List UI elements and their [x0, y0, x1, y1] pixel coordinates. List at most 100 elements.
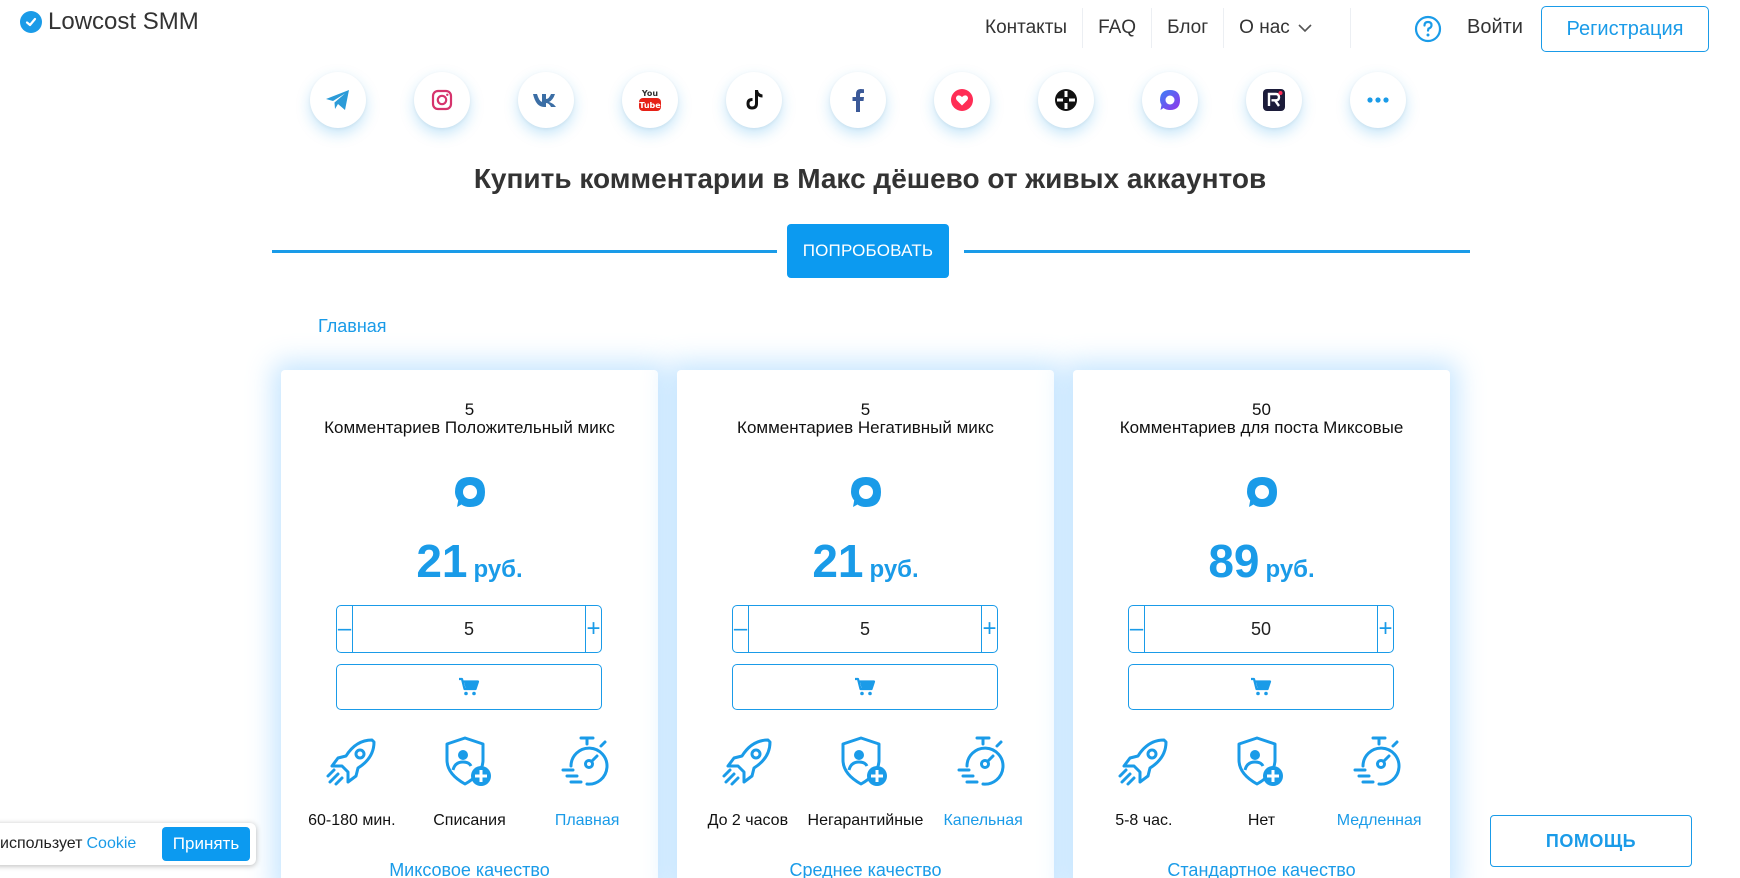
price: 21 руб.: [281, 534, 658, 588]
card-name: Комментариев Положительный микс: [324, 418, 615, 437]
price-currency: руб.: [1265, 556, 1315, 583]
help-button[interactable]: ПОМОЩЬ: [1490, 815, 1692, 867]
price-amount: 21: [416, 535, 468, 587]
price: 21 руб.: [677, 534, 1054, 588]
feature-label-link[interactable]: Плавная: [555, 812, 620, 830]
feature-label: Списания: [433, 812, 506, 829]
quality-link[interactable]: Среднее качество: [677, 860, 1054, 878]
rutube-icon[interactable]: [1038, 72, 1094, 128]
breadcrumb-home[interactable]: Главная: [318, 316, 387, 337]
quality-link[interactable]: Стандартное качество: [1073, 860, 1450, 878]
card-quantity: 5: [860, 400, 871, 419]
help-circle-icon[interactable]: [1414, 15, 1442, 43]
decrement-button[interactable]: –: [337, 606, 353, 652]
add-to-cart-button[interactable]: [336, 664, 602, 710]
register-button[interactable]: Регистрация: [1541, 6, 1709, 52]
price-amount: 89: [1208, 535, 1260, 587]
cookie-text: использует Cookie: [0, 835, 136, 853]
feature-label: Нет: [1247, 812, 1276, 829]
divider-line-left: [272, 250, 777, 253]
quality-label: Миксовое качество: [389, 860, 550, 878]
quantity-stepper: – +: [336, 605, 602, 653]
max-icon[interactable]: [1142, 72, 1198, 128]
page-title: Купить комментарии в Макс дёшево от живы…: [473, 163, 1267, 194]
nav-blog[interactable]: Блог: [1152, 8, 1225, 48]
decrement-button[interactable]: –: [1129, 606, 1145, 652]
increment-button[interactable]: +: [1377, 606, 1393, 652]
telegram-icon[interactable]: [310, 72, 366, 128]
feature-rate: Плавная: [532, 734, 642, 830]
quality-link[interactable]: Миксовое качество: [281, 860, 658, 878]
cart-icon: [1251, 677, 1272, 696]
quantity-input[interactable]: [749, 606, 981, 652]
feature-label: 60-180 мин.: [308, 812, 396, 829]
quality-label: Стандартное качество: [1167, 860, 1356, 878]
nav-faq[interactable]: FAQ: [1083, 8, 1153, 48]
login-link[interactable]: Войти: [1467, 16, 1523, 39]
logo[interactable]: Lowcost SMM: [20, 8, 199, 36]
social-nav: You Tube: [310, 72, 1406, 128]
check-badge-icon: [20, 11, 42, 33]
price-currency: руб.: [473, 556, 523, 583]
feature-label-link[interactable]: Медленная: [1337, 812, 1422, 830]
increment-button[interactable]: +: [981, 606, 997, 652]
features-row: До 2 часов Негарантийные Капельная: [677, 734, 1054, 830]
more-icon[interactable]: [1350, 72, 1406, 128]
feature-rate: Капельная: [928, 734, 1038, 830]
nav-about-label: О нас: [1239, 17, 1290, 38]
feature-label-link[interactable]: Капельная: [943, 812, 1022, 830]
quantity-stepper: – +: [732, 605, 998, 653]
instagram-icon[interactable]: [414, 72, 470, 128]
feature-guarantee: Списания: [414, 734, 524, 830]
youtube-icon[interactable]: You Tube: [622, 72, 678, 128]
vk-icon[interactable]: [518, 72, 574, 128]
feature-speed: До 2 часов: [693, 734, 803, 830]
shield-user-icon: [841, 736, 888, 786]
facebook-icon[interactable]: [830, 72, 886, 128]
quantity-input[interactable]: [1145, 606, 1377, 652]
product-card: 50 Комментариев для поста Миксовые 89 ру…: [1073, 370, 1450, 878]
feature-rate: Медленная: [1324, 734, 1434, 830]
cart-icon: [855, 677, 876, 696]
features-row: 5-8 час. Нет Медленная: [1073, 734, 1450, 830]
shield-user-icon: [445, 736, 492, 786]
nav-about[interactable]: О нас: [1224, 8, 1351, 48]
tiktok-icon[interactable]: [726, 72, 782, 128]
likee-icon[interactable]: [934, 72, 990, 128]
svg-text:You: You: [641, 89, 659, 98]
feature-speed: 5-8 час.: [1089, 734, 1199, 830]
cookie-link[interactable]: Cookie: [87, 835, 137, 852]
feature-speed: 60-180 мин.: [297, 734, 407, 830]
max-logo-icon: [851, 477, 881, 507]
cart-icon: [459, 677, 480, 696]
quality-label: Среднее качество: [789, 860, 942, 878]
max-logo-icon: [455, 477, 485, 507]
add-to-cart-button[interactable]: [1128, 664, 1394, 710]
card-quantity: 50: [1252, 400, 1271, 419]
price-currency: руб.: [869, 556, 919, 583]
nav-contacts[interactable]: Контакты: [970, 8, 1084, 48]
rutube-r-icon[interactable]: [1246, 72, 1302, 128]
quantity-stepper: – +: [1128, 605, 1394, 653]
price: 89 руб.: [1073, 534, 1450, 588]
quantity-input[interactable]: [353, 606, 585, 652]
chevron-down-icon: [1298, 24, 1312, 33]
cookie-accept-button[interactable]: Принять: [162, 827, 250, 861]
add-to-cart-button[interactable]: [732, 664, 998, 710]
rocket-icon: [722, 738, 772, 786]
logo-text: Lowcost SMM: [48, 8, 199, 35]
rocket-icon: [326, 738, 376, 786]
feature-guarantee: Негарантийные: [808, 734, 923, 830]
header: Lowcost SMM Контакты FAQ Блог О нас Войт…: [0, 0, 1740, 56]
feature-label: Негарантийные: [807, 812, 924, 829]
stopwatch-icon: [1353, 736, 1401, 786]
decrement-button[interactable]: –: [733, 606, 749, 652]
features-row: 60-180 мин. Списания Плавная: [281, 734, 658, 830]
card-quantity: 5: [464, 400, 475, 419]
stopwatch-icon: [561, 736, 609, 786]
price-amount: 21: [812, 535, 864, 587]
feature-guarantee: Нет: [1206, 734, 1316, 830]
product-card: 5 Комментариев Негативный микс 21 руб. –…: [677, 370, 1054, 878]
try-button[interactable]: ПОПРОБОВАТЬ: [787, 224, 949, 278]
increment-button[interactable]: +: [585, 606, 601, 652]
